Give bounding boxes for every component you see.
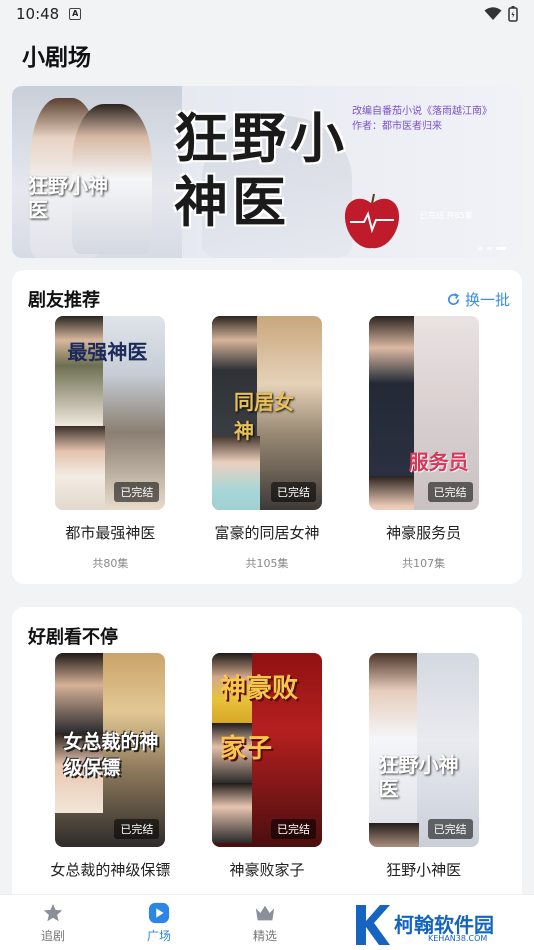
k-logo-icon bbox=[356, 905, 390, 945]
status-badge: 已完结 bbox=[114, 819, 160, 839]
drama-title: 女总裁的神级保镖 bbox=[50, 861, 171, 879]
banner-dot-active bbox=[496, 247, 506, 250]
poster-figure bbox=[55, 653, 104, 733]
drama-poster[interactable]: 同居女神 已完结 bbox=[211, 316, 322, 510]
status-bar: 10:48 A bbox=[0, 0, 534, 28]
poster-figure bbox=[368, 823, 419, 847]
poster-figure bbox=[55, 426, 106, 510]
drama-poster[interactable]: 狂野小神医 已完结 bbox=[368, 653, 479, 847]
drama-card[interactable]: 服务员 已完结 神豪服务员 共107集 bbox=[364, 316, 484, 571]
poster-figure bbox=[55, 316, 104, 426]
drama-poster[interactable]: 服务员 已完结 bbox=[368, 316, 479, 510]
status-badge: 已完结 bbox=[270, 819, 316, 839]
poster-title: 同居女神 bbox=[233, 390, 294, 443]
recommend-section: 剧友推荐 换一批 最强神医 已完结 都市最强神医 共80集 同居女神 已完结 富… bbox=[12, 270, 522, 584]
drama-card[interactable]: 女总裁的神级保镖 已完结 女总裁的神级保镖 bbox=[50, 653, 170, 880]
banner-dot bbox=[487, 247, 492, 250]
refresh-icon bbox=[447, 292, 460, 305]
status-badge: 已完结 bbox=[427, 482, 473, 502]
recommend-list: 最强神医 已完结 都市最强神医 共80集 同居女神 已完结 富豪的同居女神 共1… bbox=[12, 316, 522, 571]
apple-heart-icon bbox=[344, 193, 400, 249]
watermark-subtext: KEHAN38.COM bbox=[428, 934, 488, 943]
banner-poster-thumb bbox=[12, 86, 182, 258]
watermark-text: 柯翰软件园 bbox=[394, 913, 494, 937]
poster-title: 服务员 bbox=[408, 450, 469, 474]
drama-episode-count: 共80集 bbox=[92, 557, 129, 570]
drama-title: 狂野小神医 bbox=[386, 861, 462, 879]
banner-indicator bbox=[478, 247, 506, 250]
status-badge: 已完结 bbox=[270, 482, 316, 502]
nonstop-header: 好剧看不停 bbox=[28, 623, 510, 649]
poster-figure bbox=[211, 436, 260, 510]
banner-tag-line-1: 改编自番茄小说《落雨越江南》 bbox=[352, 106, 492, 117]
crown-icon bbox=[255, 905, 275, 920]
play-icon bbox=[148, 902, 170, 923]
banner-carousel[interactable]: 狂野小神医 狂野小神医 改编自番茄小说《落雨越江南》 作者：都市医者归来 已完结… bbox=[12, 86, 522, 258]
drama-title: 神豪败家子 bbox=[229, 861, 305, 879]
battery-icon bbox=[508, 6, 518, 22]
drama-poster[interactable]: 神豪败家子 已完结 bbox=[211, 653, 322, 847]
watermark-logo: 柯翰软件园 KEHAN38.COM bbox=[352, 900, 534, 950]
refresh-label: 换一批 bbox=[464, 290, 510, 309]
drama-episode-count: 共105集 bbox=[245, 557, 289, 570]
status-indicators bbox=[484, 6, 518, 22]
nonstop-list: 女总裁的神级保镖 已完结 女总裁的神级保镖 神豪败家子 已完结 神豪败家子 狂野… bbox=[12, 653, 522, 880]
banner-status-note: 已完结 共85集 bbox=[420, 211, 473, 220]
recommend-title: 剧友推荐 bbox=[28, 290, 100, 311]
refresh-button[interactable]: 换一批 bbox=[446, 289, 510, 310]
banner-tag-line-2: 作者：都市医者归来 bbox=[352, 121, 442, 132]
nav-label: 追剧 bbox=[40, 928, 65, 943]
nav-item-square[interactable]: 广场 bbox=[106, 895, 212, 950]
drama-poster[interactable]: 女总裁的神级保镖 已完结 bbox=[55, 653, 166, 847]
drama-episode-count: 共107集 bbox=[402, 557, 446, 570]
wifi-icon bbox=[484, 7, 502, 20]
nav-item-featured[interactable]: 精选 bbox=[212, 895, 318, 950]
nonstop-title: 好剧看不停 bbox=[28, 627, 118, 648]
status-time: 10:48 bbox=[16, 5, 60, 23]
banner-tagline: 改编自番茄小说《落雨越江南》 作者：都市医者归来 bbox=[352, 104, 517, 134]
drama-card[interactable]: 同居女神 已完结 富豪的同居女神 共105集 bbox=[207, 316, 327, 571]
page-title: 小剧场 bbox=[22, 45, 91, 71]
drama-card[interactable]: 狂野小神医 已完结 狂野小神医 bbox=[364, 653, 484, 880]
status-badge: 已完结 bbox=[427, 819, 473, 839]
notification-icon: A bbox=[69, 8, 82, 20]
status-badge: 已完结 bbox=[114, 482, 160, 502]
drama-title: 神豪服务员 bbox=[386, 524, 462, 542]
nav-item-follow[interactable]: 追剧 bbox=[0, 895, 106, 950]
drama-poster[interactable]: 最强神医 已完结 bbox=[55, 316, 166, 510]
nonstop-section: 好剧看不停 女总裁的神级保镖 已完结 女总裁的神级保镖 神豪败家子 已完结 神豪… bbox=[12, 607, 522, 927]
poster-figure bbox=[368, 316, 414, 476]
drama-title: 富豪的同居女神 bbox=[214, 524, 320, 542]
nav-label: 精选 bbox=[252, 928, 277, 943]
nav-label: 广场 bbox=[146, 928, 171, 943]
banner-small-title: 狂野小神医 bbox=[28, 174, 108, 222]
poster-title: 女总裁的神级保镖 bbox=[63, 731, 159, 779]
drama-card[interactable]: 神豪败家子 已完结 神豪败家子 bbox=[207, 653, 327, 880]
banner-dot bbox=[478, 247, 483, 250]
star-icon bbox=[43, 903, 63, 921]
poster-figure bbox=[368, 476, 414, 510]
banner-title: 狂野小神医 bbox=[174, 106, 348, 234]
poster-title: 神豪败家子 bbox=[219, 674, 298, 764]
poster-title: 最强神医 bbox=[67, 340, 148, 364]
drama-card[interactable]: 最强神医 已完结 都市最强神医 共80集 bbox=[50, 316, 170, 571]
recommend-header: 剧友推荐 换一批 bbox=[28, 286, 510, 312]
poster-figure bbox=[211, 783, 252, 843]
drama-title: 都市最强神医 bbox=[65, 524, 156, 542]
poster-title: 狂野小神医 bbox=[378, 753, 459, 801]
